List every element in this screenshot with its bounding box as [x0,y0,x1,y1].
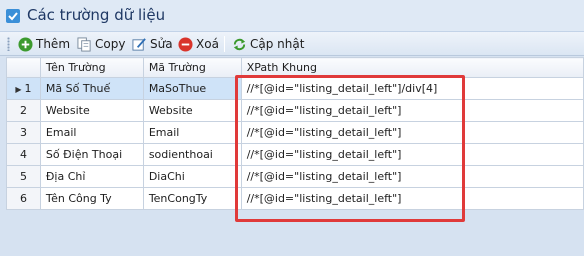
row-number-cell[interactable]: 4 [6,143,41,166]
table-header-row: Tên Trường Mã Trường XPath Khung [6,57,584,78]
code-cell[interactable]: TenCongTy [142,187,242,210]
refresh-icon [233,38,246,50]
xpath-cell[interactable]: //*[@id="listing_detail_left"] [240,121,584,144]
row-number: 1 [24,82,32,95]
delete-button[interactable]: Xoá [178,34,219,54]
code-cell[interactable]: Website [142,99,242,122]
name-cell[interactable]: Website [39,99,144,122]
table-row[interactable]: 5 Địa Chỉ DiaChi //*[@id="listing_detail… [6,165,584,188]
code-cell[interactable]: DiaChi [142,165,242,188]
table-row[interactable]: ▶ 1 Mã Số Thuế MaSoThue //*[@id="listing_… [6,77,584,100]
edit-icon [132,37,146,51]
column-header-name[interactable]: Tên Trường [39,57,144,78]
row-number-cell[interactable]: 3 [6,121,41,144]
edit-label: Sửa [150,37,173,51]
add-icon [18,36,33,52]
code-cell[interactable]: sodienthoai [142,143,242,166]
xpath-cell[interactable]: //*[@id="listing_detail_left"] [240,143,584,166]
row-number-header[interactable] [6,57,41,78]
copy-label: Copy [95,37,126,51]
name-cell[interactable]: Mã Số Thuế [39,77,144,100]
edit-button[interactable]: Sửa [132,34,173,54]
column-header-code[interactable]: Mã Trường [142,57,242,78]
copy-button[interactable]: Copy [77,34,125,54]
add-label: Thêm [36,37,71,51]
xpath-cell[interactable]: //*[@id="listing_detail_left"] [240,187,584,210]
window-title-bar: Các trường dữ liệu [0,0,584,32]
toolbar-separator [224,36,225,52]
xpath-cell[interactable]: //*[@id="listing_detail_left"]/div[4] [240,77,584,100]
name-cell[interactable]: Email [39,121,144,144]
table-row[interactable]: 2 Website Website //*[@id="listing_detai… [6,99,584,122]
code-cell[interactable]: Email [142,121,242,144]
data-grid: Tên Trường Mã Trường XPath Khung ▶ 1 Mã S… [6,57,584,256]
fields-table: Tên Trường Mã Trường XPath Khung ▶ 1 Mã S… [6,57,584,210]
update-button[interactable]: Cập nhật [232,34,304,54]
code-cell[interactable]: MaSoThue [142,77,242,100]
table-row[interactable]: 3 Email Email //*[@id="listing_detail_le… [6,121,584,144]
table-row[interactable]: 4 Số Điện Thoại sodienthoai //*[@id="lis… [6,143,584,166]
window-title: Các trường dữ liệu [27,6,166,24]
toolbar-grip-icon[interactable] [7,37,10,51]
row-number-cell[interactable]: 6 [6,187,41,210]
add-button[interactable]: Thêm [18,34,70,54]
name-cell[interactable]: Số Điện Thoại [39,143,144,166]
table-row[interactable]: 6 Tên Công Ty TenCongTy //*[@id="listing… [6,187,584,210]
row-number-cell[interactable]: 2 [6,99,41,122]
copy-icon [77,36,91,52]
column-header-xpath[interactable]: XPath Khung [240,57,584,78]
update-label: Cập nhật [250,37,305,51]
xpath-cell[interactable]: //*[@id="listing_detail_left"] [240,99,584,122]
name-cell[interactable]: Địa Chỉ [39,165,144,188]
name-cell[interactable]: Tên Công Ty [39,187,144,210]
xpath-cell[interactable]: //*[@id="listing_detail_left"] [240,165,584,188]
delete-icon [178,36,193,52]
current-row-arrow-icon: ▶ [15,85,22,94]
toolbar: Thêm Copy Sửa Xoá Cập nhật [0,32,584,56]
row-number-cell[interactable]: 5 [6,165,41,188]
row-number-cell[interactable]: ▶ 1 [6,77,41,100]
delete-label: Xoá [196,37,219,51]
app-icon [6,9,20,23]
